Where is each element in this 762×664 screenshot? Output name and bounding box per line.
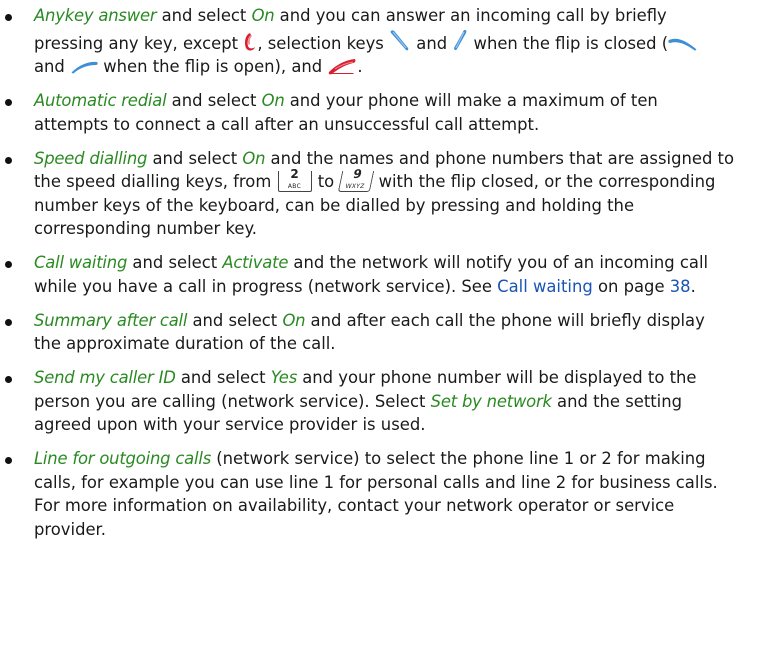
left-selection-key-open-icon [668,38,697,50]
option-value: On [261,91,285,110]
text: and [411,33,453,53]
left-selection-key-icon [390,29,409,50]
text: and select [156,6,252,25]
list-item-summary-after-call: Summary after call and select On and aft… [0,309,734,356]
settings-page: Anykey answer and select On and you can … [0,0,762,552]
option-value: On [242,148,266,168]
list-item-anykey-answer: Anykey answer and select On and you can … [0,4,734,79]
text: when the flip is closed ( [468,33,669,53]
text: and select [166,91,262,110]
text: and [34,57,71,76]
text: when the flip is open), and [98,57,328,76]
key-digit: 2 [290,167,299,181]
option-name: Send my caller ID [34,368,176,387]
option-value: Activate [222,253,289,272]
text: , selection keys [257,33,390,53]
option-value: Yes [270,368,298,387]
text: on page [592,276,670,296]
key-letters: WXYZ [345,183,366,190]
option-name: Anykey answer [34,6,157,25]
text: . [357,57,363,76]
option-value: On [251,6,275,25]
text: and select [127,253,223,272]
number-key-2-icon: 2 ABC [277,167,312,192]
list-item-send-caller-id: Send my caller ID and select Yes and you… [0,366,734,437]
call-end-icon [329,59,356,75]
page-reference-link[interactable]: 38 [670,277,691,296]
list-item-line-outgoing-calls: Line for outgoing calls (network service… [0,447,734,541]
text: to [312,172,340,191]
text: and select [175,368,271,387]
option-value-set-by-network: Set by network [430,391,552,411]
key-digit: 9 [352,167,364,181]
key-letters: ABC [287,183,302,190]
list-item-automatic-redial: Automatic redial and select On and your … [0,89,734,136]
right-selection-key-icon [454,29,467,50]
call-settings-list: Anykey answer and select On and you can … [0,4,762,541]
option-name: Line for outgoing calls [34,449,212,468]
option-name: Call waiting [34,253,128,272]
list-item-call-waiting: Call waiting and select Activate and the… [0,251,734,298]
option-value: On [282,310,306,330]
text: and select [187,310,283,330]
text: . [690,276,696,296]
option-name: Speed dialling [34,148,148,168]
list-item-speed-dialling: Speed dialling and select On and the nam… [0,147,734,241]
option-name: Automatic redial [34,91,167,110]
end-key-icon [245,32,256,51]
text: and select [147,148,243,168]
number-key-9-icon: 9 WXYZ [338,167,375,192]
call-waiting-link[interactable]: Call waiting [497,277,593,296]
right-selection-key-open-icon [71,61,98,74]
option-name: Summary after call [34,310,188,330]
